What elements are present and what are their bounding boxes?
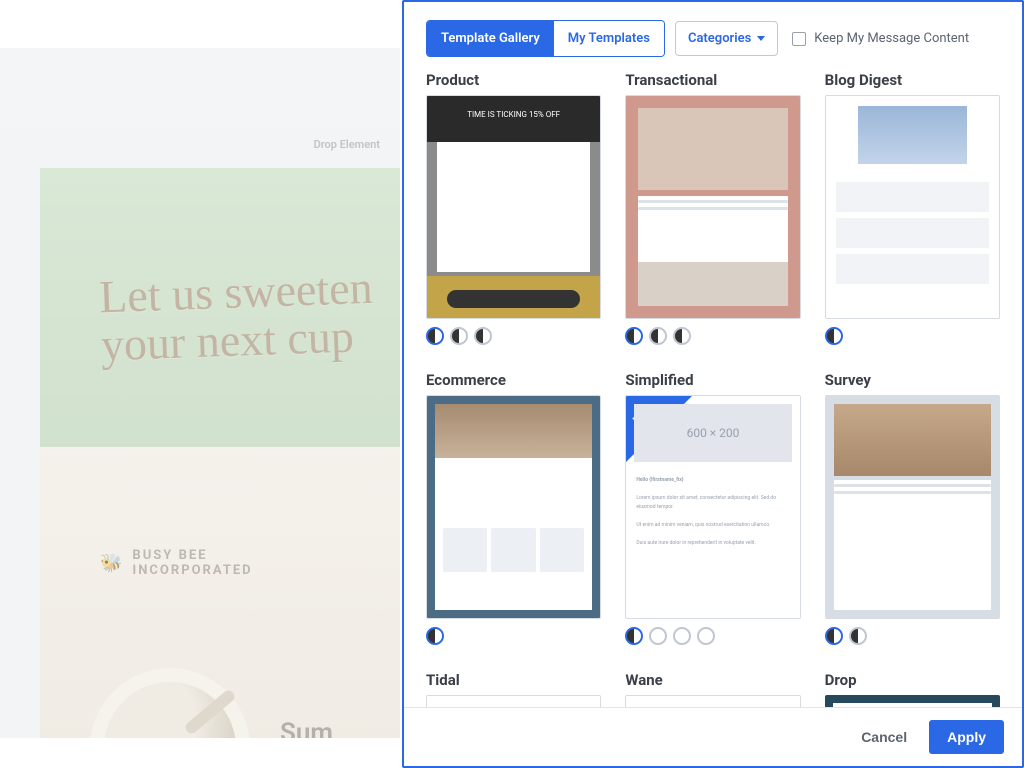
card	[435, 404, 592, 610]
brand-block: BUSY BEE INCORPORATED	[100, 548, 253, 578]
template-thumbnail[interactable]: TIME IS TICKING 15% OFF	[426, 95, 601, 319]
product-row	[443, 528, 584, 572]
template-cell-wane: Wane ▲YOUR LOGO	[625, 671, 800, 707]
template-cell-drop: Drop ▲YOUR LOGO	[825, 671, 1000, 707]
logo-row: ▲YOUR LOGO	[435, 704, 592, 707]
template-thumbnail[interactable]: NEW600 × 200Hello {!firstname_fix}Lorem …	[625, 395, 800, 619]
logo-row: ▲YOUR LOGO	[634, 704, 791, 707]
template-thumbnail[interactable]: ▲YOUR LOGO	[625, 695, 800, 707]
template-title: Drop	[825, 671, 1000, 689]
template-title: Tidal	[426, 671, 601, 689]
color-swatches	[625, 627, 800, 645]
background-editor: Drop Element Let us sweeten your next cu…	[0, 48, 400, 738]
template-title: Simplified	[625, 371, 800, 389]
template-cell-simp: Simplified NEW600 × 200Hello {!firstname_…	[625, 371, 800, 645]
hero-image	[834, 404, 991, 476]
color-swatches	[625, 327, 800, 345]
template-cell-trans: Transactional	[625, 71, 800, 345]
color-swatch[interactable]	[649, 327, 667, 345]
template-cell-ecom: Ecommerce	[426, 371, 601, 645]
hero-image	[858, 106, 967, 164]
hero-image	[435, 404, 592, 458]
color-swatch[interactable]	[825, 327, 843, 345]
color-swatches	[825, 627, 1000, 645]
post-row	[836, 254, 989, 284]
template-thumbnail[interactable]	[426, 395, 601, 619]
template-title: Transactional	[625, 71, 800, 89]
color-swatch[interactable]	[849, 627, 867, 645]
template-title: Product	[426, 71, 601, 89]
tab-template-gallery[interactable]: Template Gallery	[427, 21, 554, 56]
template-title: Wane	[625, 671, 800, 689]
body-copy: Hello {!firstname_fix}Lorem ipsum dolor …	[636, 476, 789, 548]
hero-image	[638, 108, 787, 190]
color-swatches	[426, 327, 601, 345]
color-swatch[interactable]	[649, 627, 667, 645]
brand-line-1: BUSY BEE	[132, 548, 252, 563]
product-grid	[437, 142, 590, 272]
section-subhead: Sum	[280, 718, 333, 738]
hero-text: Let us sweeten your next cup	[98, 263, 400, 370]
template-grid: Product TIME IS TICKING 15% OFF Transactio…	[426, 71, 1000, 707]
color-swatch[interactable]	[825, 627, 843, 645]
template-thumbnail[interactable]	[825, 395, 1000, 619]
drop-element-label: Drop Element	[0, 138, 400, 151]
post-row	[836, 218, 989, 248]
color-swatch[interactable]	[673, 627, 691, 645]
brand-line-2: INCORPORATED	[132, 563, 252, 578]
template-thumbnail[interactable]: ▲YOUR LOGO	[825, 695, 1000, 707]
gallery-tab-group: Template Gallery My Templates	[426, 20, 665, 57]
bee-icon	[100, 553, 124, 574]
color-swatch[interactable]	[673, 327, 691, 345]
post-row	[836, 182, 989, 212]
footer-columns	[638, 262, 787, 306]
template-cell-blog: Blog Digest	[825, 71, 1000, 345]
hero-area: Let us sweeten your next cup BUSY BEE IN…	[40, 168, 400, 738]
keep-content-label: Keep My Message Content	[814, 31, 969, 46]
template-cell-tidal: Tidal ▲YOUR LOGOHi {!firstname_fix},	[426, 671, 601, 707]
apply-button[interactable]: Apply	[929, 720, 1004, 754]
chevron-down-icon	[757, 36, 765, 41]
template-grid-scroll[interactable]: Product TIME IS TICKING 15% OFF Transactio…	[404, 71, 1022, 707]
color-swatches	[825, 327, 1000, 345]
tab-my-templates[interactable]: My Templates	[554, 21, 664, 56]
image-placeholder: 600 × 200	[634, 404, 791, 462]
template-title: Blog Digest	[825, 71, 1000, 89]
color-swatch[interactable]	[426, 327, 444, 345]
keep-content-toggle[interactable]: Keep My Message Content	[792, 31, 969, 46]
color-swatches	[426, 627, 601, 645]
dialog-footer: Cancel Apply	[404, 707, 1022, 766]
template-title: Ecommerce	[426, 371, 601, 389]
color-swatch[interactable]	[697, 627, 715, 645]
template-thumbnail[interactable]	[825, 95, 1000, 319]
color-swatch[interactable]	[625, 627, 643, 645]
footer-bar	[427, 276, 600, 318]
body-copy	[834, 480, 991, 610]
template-cell-product: Product TIME IS TICKING 15% OFF	[426, 71, 601, 345]
template-gallery-dialog: Template Gallery My Templates Categories…	[402, 0, 1024, 768]
color-swatch[interactable]	[426, 627, 444, 645]
template-cell-surv: Survey	[825, 371, 1000, 645]
categories-dropdown[interactable]: Categories	[675, 21, 778, 56]
color-swatch[interactable]	[474, 327, 492, 345]
template-title: Survey	[825, 371, 1000, 389]
cancel-button[interactable]: Cancel	[851, 720, 917, 754]
template-thumbnail[interactable]	[625, 95, 800, 319]
template-thumbnail[interactable]: ▲YOUR LOGOHi {!firstname_fix},	[426, 695, 601, 707]
categories-label: Categories	[688, 31, 751, 46]
checkbox-icon	[792, 32, 806, 46]
promo-banner: TIME IS TICKING 15% OFF	[427, 96, 600, 142]
color-swatch[interactable]	[625, 327, 643, 345]
dialog-toolbar: Template Gallery My Templates Categories…	[404, 2, 1022, 71]
color-swatch[interactable]	[450, 327, 468, 345]
